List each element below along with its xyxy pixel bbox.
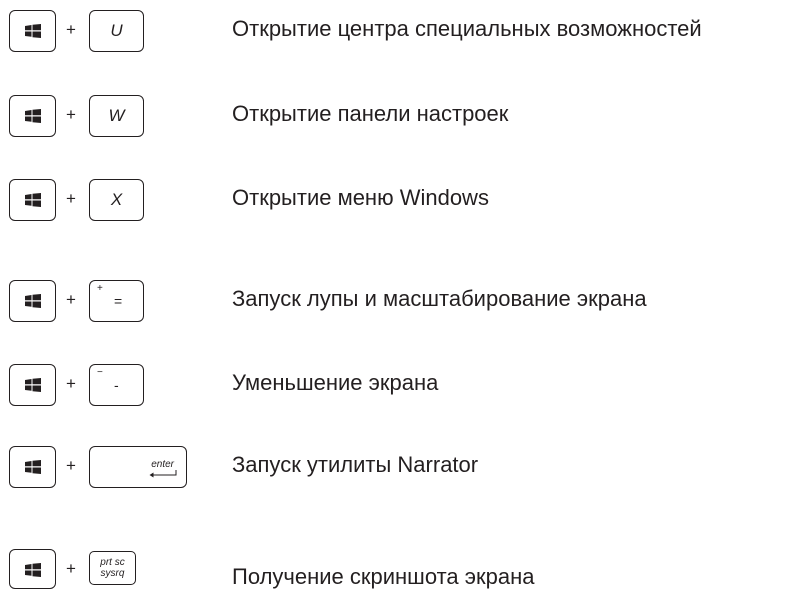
shortcut-description: Получение скриншота экрана bbox=[232, 564, 535, 589]
windows-logo-icon bbox=[25, 563, 41, 577]
shortcut-description: Открытие меню Windows bbox=[232, 185, 489, 210]
windows-key bbox=[9, 10, 56, 52]
shortcut-description: Запуск лупы и масштабирование экрана bbox=[232, 286, 647, 311]
shortcut-row-zoom-out: + − - Уменьшение экрана bbox=[0, 364, 800, 410]
windows-key bbox=[9, 179, 56, 221]
windows-logo-icon bbox=[25, 378, 41, 392]
key-label-sysrq: sysrq bbox=[100, 568, 125, 579]
plus-equals-key: + = bbox=[89, 280, 144, 322]
windows-logo-icon bbox=[25, 460, 41, 474]
key-main-symbol: - bbox=[114, 377, 119, 393]
key-main-symbol: = bbox=[114, 293, 123, 309]
windows-logo-icon bbox=[25, 24, 41, 38]
plus-sign: + bbox=[66, 189, 76, 208]
enter-arrow-icon bbox=[149, 470, 177, 478]
plus-sign: + bbox=[66, 374, 76, 393]
key-shift-symbol: + bbox=[97, 283, 103, 294]
windows-logo-icon bbox=[25, 294, 41, 308]
shortcut-description: Открытие панели настроек bbox=[232, 101, 509, 126]
shortcut-description: Уменьшение экрана bbox=[232, 370, 439, 395]
shortcut-row-accessibility: + U Открытие центра специальных возможно… bbox=[0, 10, 800, 56]
w-key: W bbox=[89, 95, 144, 137]
shortcut-row-windows-menu: + X Открытие меню Windows bbox=[0, 179, 800, 225]
minus-key: − - bbox=[89, 364, 144, 406]
windows-key bbox=[9, 549, 56, 589]
enter-key-label: enter bbox=[151, 459, 174, 470]
shortcut-description: Запуск утилиты Narrator bbox=[232, 452, 479, 477]
windows-key bbox=[9, 446, 56, 488]
windows-key bbox=[9, 280, 56, 322]
u-key: U bbox=[89, 10, 144, 52]
x-key: X bbox=[89, 179, 144, 221]
plus-sign: + bbox=[66, 559, 76, 578]
plus-sign: + bbox=[66, 105, 76, 124]
print-screen-key: prt sc sysrq bbox=[89, 551, 136, 585]
shortcut-row-screenshot: + prt sc sysrq Получение скриншота экран… bbox=[0, 549, 800, 595]
plus-sign: + bbox=[66, 20, 76, 39]
plus-sign: + bbox=[66, 290, 76, 309]
enter-key: enter bbox=[89, 446, 187, 488]
windows-key bbox=[9, 95, 56, 137]
shortcut-row-narrator: + enter Запуск утилиты Narrator bbox=[0, 446, 800, 492]
key-label-prt-sc: prt sc bbox=[100, 557, 125, 568]
windows-logo-icon bbox=[25, 193, 41, 207]
key-shift-symbol: − bbox=[97, 367, 103, 378]
shortcut-row-settings: + W Открытие панели настроек bbox=[0, 95, 800, 141]
plus-sign: + bbox=[66, 456, 76, 475]
windows-key bbox=[9, 364, 56, 406]
windows-logo-icon bbox=[25, 109, 41, 123]
shortcut-row-magnifier: + + = Запуск лупы и масштабирование экра… bbox=[0, 280, 800, 326]
shortcut-description: Открытие центра специальных возможностей bbox=[232, 16, 702, 41]
